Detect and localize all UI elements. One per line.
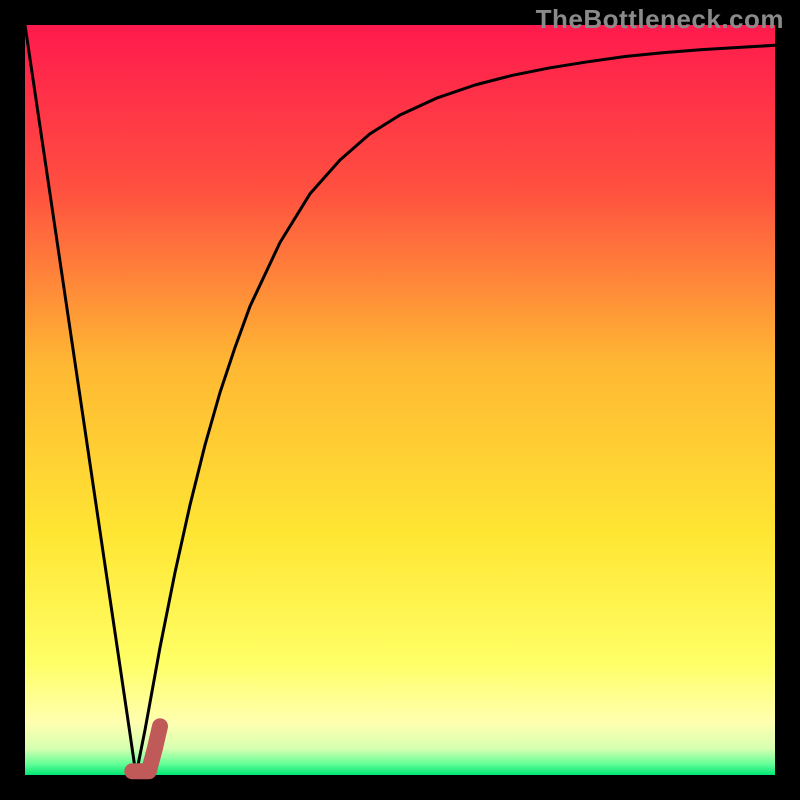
- watermark-text: TheBottleneck.com: [536, 4, 784, 35]
- plot-background: [25, 25, 775, 775]
- chart-svg: [0, 0, 800, 800]
- chart-frame: { "watermark": "TheBottleneck.com", "col…: [0, 0, 800, 800]
